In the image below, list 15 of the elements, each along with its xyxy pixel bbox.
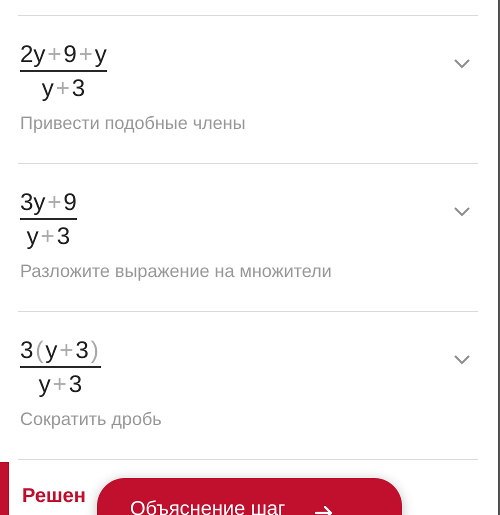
section-heading: Решен	[22, 485, 85, 508]
chevron-icon[interactable]	[454, 207, 470, 217]
chevron-icon[interactable]	[454, 59, 470, 69]
step-description: Привести подобные члены	[20, 113, 246, 134]
chevron-icon[interactable]	[454, 355, 470, 365]
accent-bar	[0, 462, 9, 515]
denominator: y+3	[42, 75, 86, 103]
step-description: Сократить дробь	[20, 409, 162, 430]
numerator: 3(y+3)	[20, 337, 100, 365]
step-description: Разложите выражение на множители	[20, 261, 332, 282]
denominator: y+3	[38, 371, 82, 399]
numerator: 3y+9	[20, 189, 77, 217]
explain-button[interactable]: Объяснение шаг	[97, 478, 402, 515]
numerator: 2y+9+y	[20, 41, 107, 69]
denominator: y+3	[26, 223, 70, 251]
